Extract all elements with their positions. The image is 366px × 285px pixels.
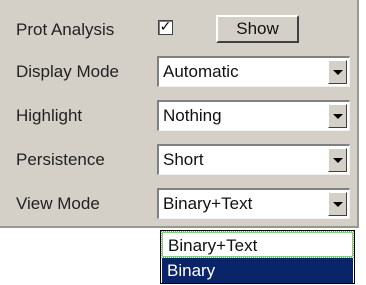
chevron-down-icon [333, 158, 343, 163]
highlight-value: Nothing [163, 106, 222, 125]
prot-analysis-label: Prot Analysis [16, 20, 115, 39]
chevron-down-icon [333, 70, 343, 75]
view-mode-value: Binary+Text [163, 194, 253, 213]
view-mode-select[interactable]: Binary+Text [157, 188, 350, 219]
prot-analysis-checkbox[interactable]: ✓ [158, 20, 173, 35]
row-view-mode: View Mode Binary+Text [0, 184, 357, 224]
display-mode-label: Display Mode [16, 62, 119, 81]
view-mode-dropdown-list: Binary+Text Binary [160, 230, 355, 284]
persistence-value: Short [163, 150, 204, 169]
row-highlight: Highlight Nothing [0, 96, 357, 136]
highlight-dropdown-button[interactable] [328, 104, 347, 128]
persistence-dropdown-button[interactable] [328, 148, 347, 172]
chevron-down-icon [333, 202, 343, 207]
display-mode-select[interactable]: Automatic [157, 56, 350, 87]
protocol-settings-panel: Prot Analysis ✓ Show Display Mode Automa… [0, 0, 359, 228]
view-mode-option-binary-text[interactable]: Binary+Text [161, 231, 354, 258]
view-mode-label: View Mode [16, 194, 100, 213]
row-display-mode: Display Mode Automatic [0, 52, 357, 92]
show-button[interactable]: Show [216, 15, 299, 43]
persistence-select[interactable]: Short [157, 144, 350, 175]
display-mode-dropdown-button[interactable] [328, 60, 347, 84]
highlight-select[interactable]: Nothing [157, 100, 350, 131]
view-mode-option-binary[interactable]: Binary [162, 258, 353, 283]
chevron-down-icon [333, 114, 343, 119]
highlight-label: Highlight [16, 106, 83, 125]
view-mode-dropdown-button[interactable] [328, 192, 347, 216]
row-persistence: Persistence Short [0, 140, 357, 180]
display-mode-value: Automatic [163, 62, 239, 81]
row-prot-analysis: Prot Analysis ✓ Show [0, 10, 357, 50]
persistence-label: Persistence [16, 150, 105, 169]
